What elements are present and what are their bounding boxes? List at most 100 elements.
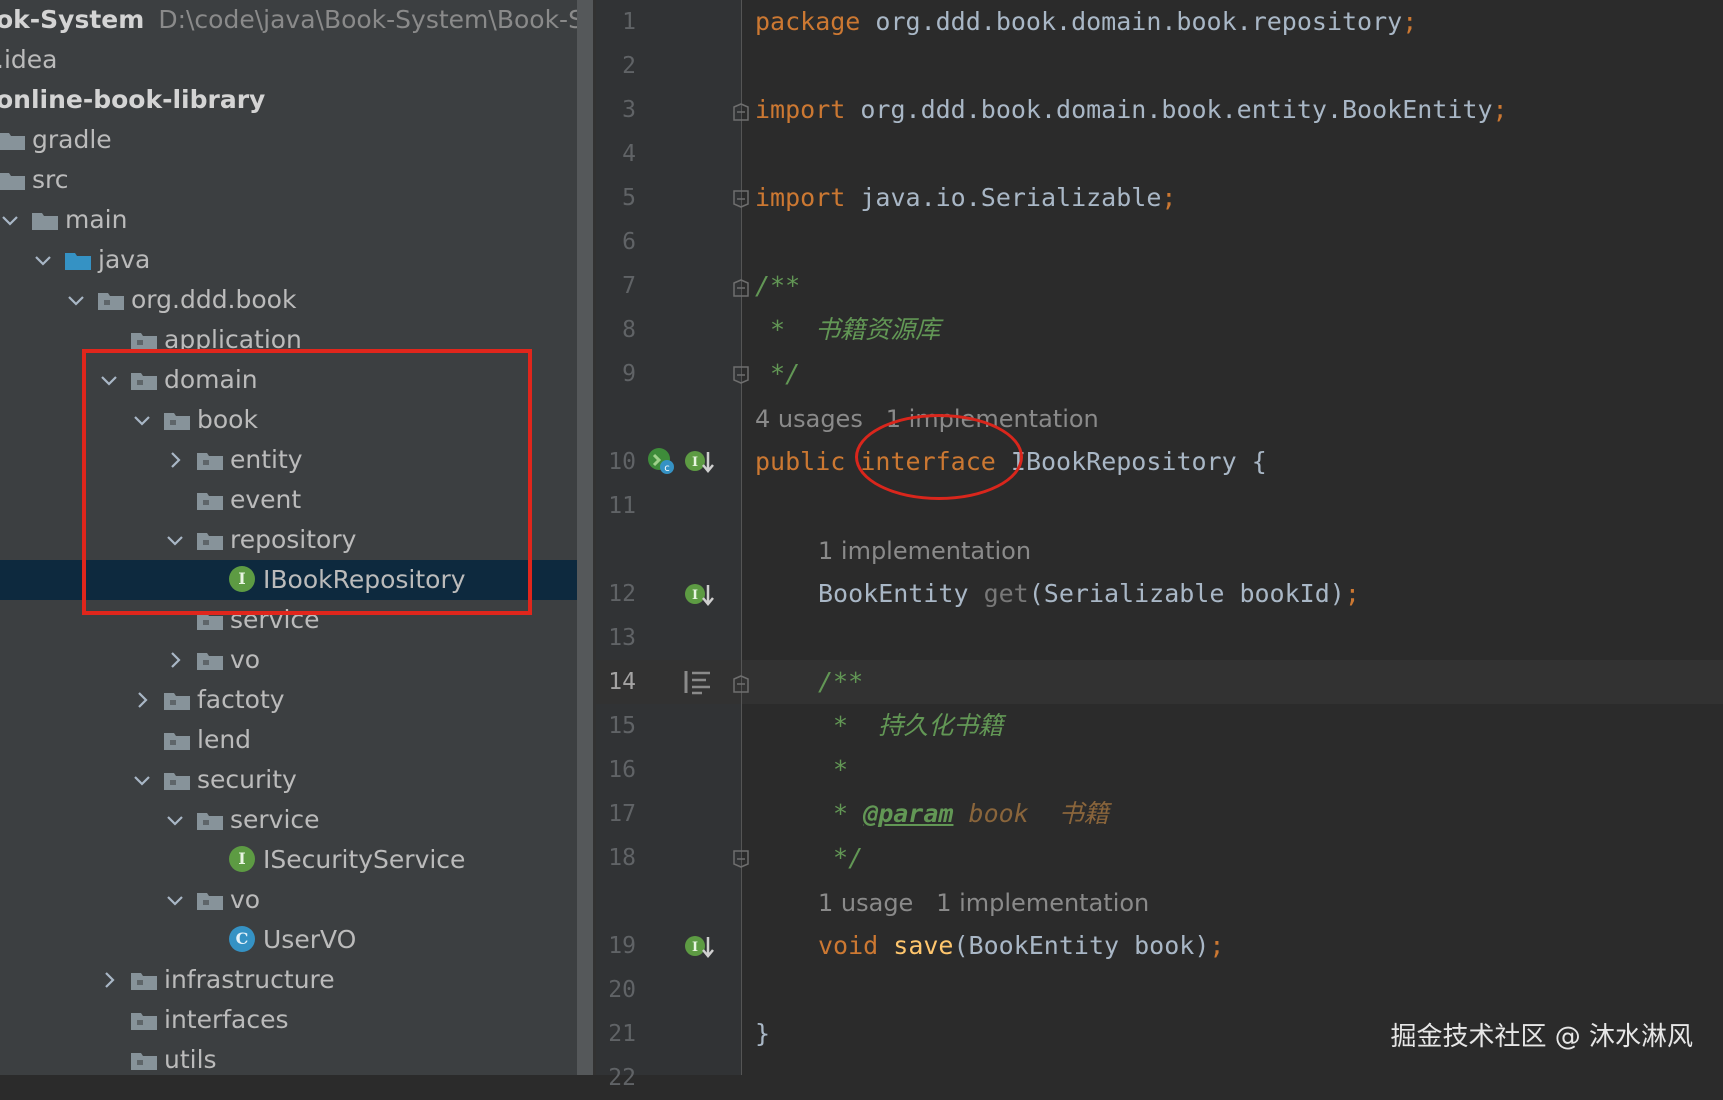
tree-item-label: online-book-library	[0, 85, 266, 114]
line-number[interactable]: 1	[596, 0, 636, 44]
keyword: public	[755, 447, 846, 476]
code-line-8[interactable]: * 书籍资源库	[755, 308, 940, 352]
line-number[interactable]: 4	[596, 132, 636, 176]
keyword: import	[755, 95, 846, 124]
chevron-down-icon[interactable]	[164, 880, 186, 920]
code-line-18[interactable]: */	[818, 836, 863, 880]
tree-scrollbar[interactable]	[577, 0, 593, 1075]
tree-row-factoty[interactable]: factoty	[0, 680, 577, 720]
line-number[interactable]: 18	[596, 836, 636, 880]
render-doc-icon[interactable]	[684, 669, 712, 699]
line-number[interactable]: 2	[596, 44, 636, 88]
line-number[interactable]: 5	[596, 176, 636, 220]
tree-row-org-ddd-book[interactable]: org.ddd.book	[0, 280, 577, 320]
tree-row-gradle[interactable]: gradle	[0, 120, 577, 160]
line-number[interactable]: 9	[596, 352, 636, 396]
implemented-by-icon[interactable]: c	[646, 446, 676, 480]
code-line-19[interactable]: void save(BookEntity book);	[818, 924, 1224, 968]
line-number[interactable]: 6	[596, 220, 636, 264]
chevron-down-icon[interactable]	[32, 240, 54, 280]
line-number[interactable]: 13	[596, 616, 636, 660]
tree-scrollbar-thumb[interactable]	[577, 0, 593, 1075]
chevron-right-icon[interactable]	[98, 960, 120, 1000]
line-number[interactable]: 12	[596, 572, 636, 616]
tree-row-online-book-library[interactable]: online-book-library	[0, 80, 577, 120]
tree-item-label: src	[32, 165, 69, 194]
tree-row-utils[interactable]: utils	[0, 1040, 577, 1075]
param-name: book	[968, 799, 1029, 828]
method-implementation-icon-2[interactable]: I	[684, 933, 714, 967]
fold-marker-doc-end[interactable]	[733, 850, 749, 868]
interface-implementation-icon[interactable]: I	[684, 448, 714, 482]
line-number[interactable]: 14	[596, 660, 636, 704]
line-number[interactable]: 10	[596, 440, 636, 484]
chevron-down-icon[interactable]	[65, 280, 87, 320]
code-line-21[interactable]: }	[755, 1012, 770, 1056]
code-line-17[interactable]: * @param book 书籍	[818, 792, 1109, 836]
tree-row-lend[interactable]: lend	[0, 720, 577, 760]
fold-marker-comment-end[interactable]	[733, 366, 749, 384]
code-line-15[interactable]: * 持久化书籍	[818, 704, 1003, 748]
implementation-hint-get[interactable]: 1 implementation	[818, 531, 1031, 571]
line-number[interactable]: 8	[596, 308, 636, 352]
tree-row-main[interactable]: main	[0, 200, 577, 240]
tree-item-label: lend	[197, 725, 252, 754]
tree-row-infrastructure[interactable]: infrastructure	[0, 960, 577, 1000]
package-icon	[196, 650, 224, 671]
code-line-1[interactable]: package org.ddd.book.domain.book.reposit…	[755, 0, 1417, 44]
line-number[interactable]: 3	[596, 88, 636, 132]
tree-row-security[interactable]: security	[0, 760, 577, 800]
import-path: java.io.Serializable	[845, 183, 1162, 212]
folder-icon	[0, 170, 26, 191]
line-number[interactable]: 21	[596, 1012, 636, 1056]
code-line-9[interactable]: */	[755, 352, 800, 396]
package-icon	[130, 1010, 158, 1031]
code-line-12[interactable]: BookEntity get(Serializable bookId);	[818, 572, 1360, 616]
project-root-row[interactable]: ok-System D:\code\java\Book-System\Book-S…	[0, 0, 577, 40]
code-line-3[interactable]: import org.ddd.book.domain.book.entity.B…	[755, 88, 1508, 132]
keyword: import	[755, 183, 846, 212]
line-number[interactable]: 17	[596, 792, 636, 836]
tree-row-service[interactable]: service	[0, 800, 577, 840]
keyword: void	[818, 931, 879, 960]
tree-row-src[interactable]: src	[0, 160, 577, 200]
fold-marker-import-start[interactable]	[733, 103, 749, 121]
semicolon: ;	[1492, 95, 1508, 124]
chevron-down-icon[interactable]	[0, 200, 21, 240]
chevron-right-icon[interactable]	[164, 640, 186, 680]
fold-marker-doc-start[interactable]	[733, 675, 749, 693]
tree-row-uservo[interactable]: C UserVO	[0, 920, 577, 960]
method-implementation-icon[interactable]: I	[684, 581, 714, 615]
tree-row-vo[interactable]: vo	[0, 880, 577, 920]
tree-row--idea[interactable]: .idea	[0, 40, 577, 80]
line-number[interactable]: 22	[596, 1056, 636, 1100]
fold-marker-import-end[interactable]	[733, 190, 749, 208]
code-line-5[interactable]: import java.io.Serializable;	[755, 176, 1176, 220]
tree-item-label: infrastructure	[164, 965, 335, 994]
chevron-down-icon[interactable]	[164, 800, 186, 840]
code-line-7[interactable]: /**	[755, 264, 800, 308]
keyword: package	[755, 7, 861, 36]
semicolon: ;	[1209, 931, 1225, 960]
line-number[interactable]: 11	[596, 484, 636, 528]
chevron-down-icon[interactable]	[131, 760, 153, 800]
tree-row-interfaces[interactable]: interfaces	[0, 1000, 577, 1040]
fold-marker-comment-start[interactable]	[733, 279, 749, 297]
chevron-right-icon[interactable]	[131, 680, 153, 720]
semicolon: ;	[1402, 7, 1418, 36]
code-line-16[interactable]: *	[818, 748, 848, 792]
usages-hint-save[interactable]: 1 usage 1 implementation	[818, 883, 1149, 923]
tree-row-isecurityservice[interactable]: I ISecurityService	[0, 840, 577, 880]
code-line-14[interactable]: /**	[818, 660, 863, 704]
tree-item-label: factoty	[197, 685, 285, 714]
line-number[interactable]: 20	[596, 968, 636, 1012]
line-number[interactable]: 16	[596, 748, 636, 792]
line-number[interactable]: 19	[596, 924, 636, 968]
tree-row-java[interactable]: java	[0, 240, 577, 280]
import-path: org.ddd.book.domain.book.entity.BookEnti…	[845, 95, 1493, 124]
line-number[interactable]: 15	[596, 704, 636, 748]
param-desc: 书籍	[1058, 799, 1109, 828]
line-number[interactable]: 7	[596, 264, 636, 308]
tree-row-vo[interactable]: vo	[0, 640, 577, 680]
package-icon	[163, 690, 191, 711]
